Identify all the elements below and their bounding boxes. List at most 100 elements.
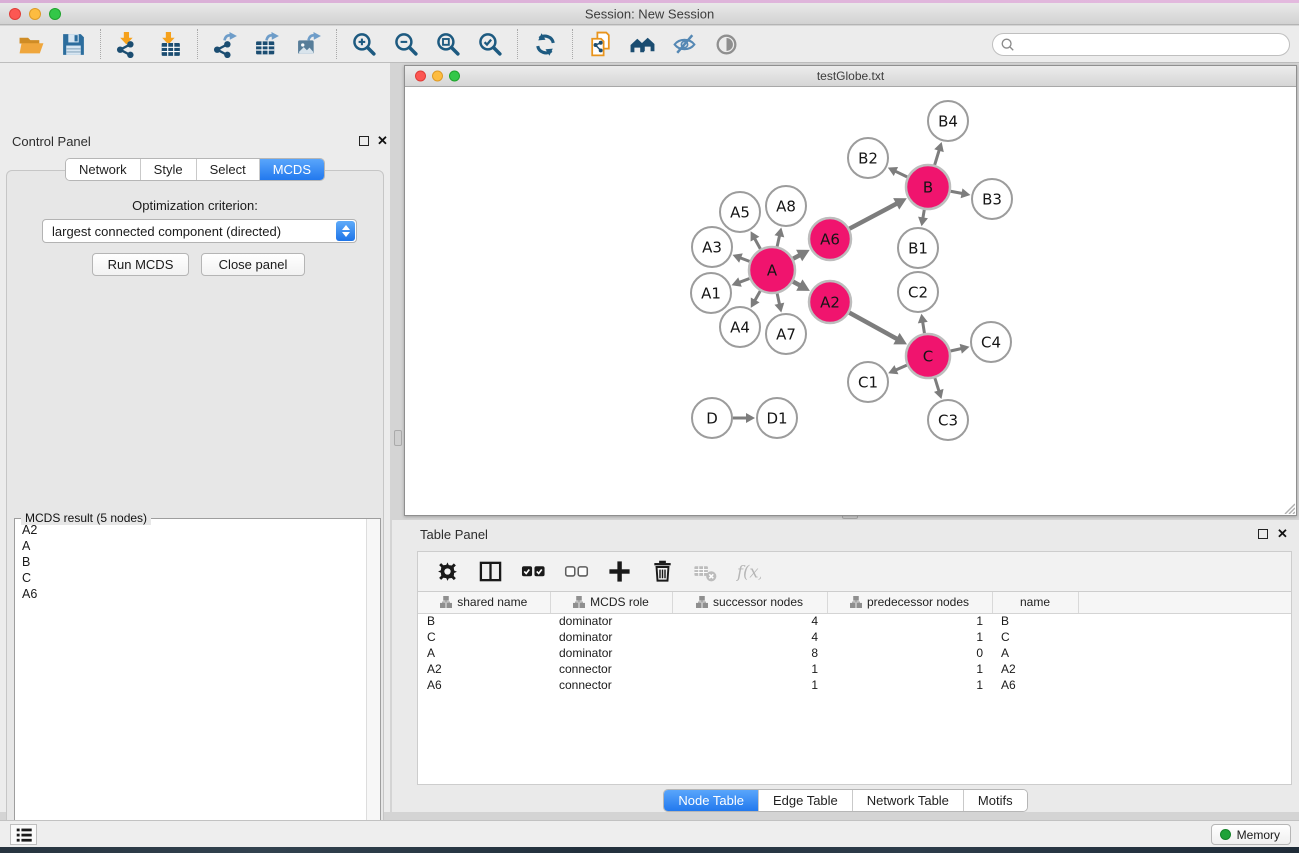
cell-successor-nodes[interactable]: 1: [672, 661, 827, 677]
node-C1[interactable]: C1: [848, 362, 888, 402]
zoom-fit-button[interactable]: [427, 29, 469, 60]
cell-MCDS-role[interactable]: connector: [550, 661, 672, 677]
node-A4[interactable]: A4: [720, 307, 760, 347]
column-header-shared-name[interactable]: shared name: [418, 592, 550, 613]
control-panel-float-icon[interactable]: [359, 136, 369, 146]
zoom-selected-button[interactable]: [469, 29, 511, 60]
column-header-successor-nodes[interactable]: successor nodes: [672, 592, 827, 613]
node-C4[interactable]: C4: [971, 322, 1011, 362]
edge-A-A8[interactable]: [774, 227, 784, 246]
delete-table-button[interactable]: [688, 557, 722, 587]
mcds-result-item[interactable]: B: [16, 554, 365, 570]
main-titlebar[interactable]: Session: New Session: [0, 3, 1299, 25]
column-header-MCDS-role[interactable]: MCDS role: [550, 592, 672, 613]
cell-name[interactable]: A: [992, 645, 1078, 661]
hide-selected-button[interactable]: [663, 29, 705, 60]
control-tab-mcds[interactable]: MCDS: [259, 159, 324, 180]
column-header-name[interactable]: name: [992, 592, 1078, 613]
node-A[interactable]: A: [749, 247, 795, 293]
open-session-button[interactable]: [10, 29, 52, 60]
cell-MCDS-role[interactable]: dominator: [550, 645, 672, 661]
split-table-button[interactable]: [473, 557, 507, 587]
edge-A6-B[interactable]: [849, 198, 906, 229]
memory-button[interactable]: Memory: [1211, 824, 1291, 845]
edge-C-C2[interactable]: [918, 314, 928, 334]
run-mcds-button[interactable]: Run MCDS: [92, 253, 189, 276]
close-panel-button[interactable]: Close panel: [201, 253, 305, 276]
save-session-button[interactable]: [52, 29, 94, 60]
mcds-result-item[interactable]: A2: [16, 522, 365, 538]
cell-MCDS-role[interactable]: dominator: [550, 629, 672, 645]
edge-C-C1[interactable]: [888, 365, 907, 374]
cell-predecessor-nodes[interactable]: 0: [827, 645, 992, 661]
edge-A-A2[interactable]: [793, 279, 810, 290]
edge-A-A1[interactable]: [732, 277, 750, 286]
cell-name[interactable]: A6: [992, 677, 1078, 693]
node-B1[interactable]: B1: [898, 228, 938, 268]
result-scrollbar[interactable]: [366, 519, 380, 853]
cell-successor-nodes[interactable]: 8: [672, 645, 827, 661]
search-input[interactable]: [1015, 34, 1289, 55]
cell-shared-name[interactable]: A: [418, 645, 550, 661]
edge-C-C3[interactable]: [934, 378, 944, 399]
node-C[interactable]: C: [906, 334, 950, 378]
control-tab-select[interactable]: Select: [196, 159, 259, 180]
mcds-result-item[interactable]: A: [16, 538, 365, 554]
edge-B-B4[interactable]: [934, 142, 944, 165]
table-row[interactable]: A2connector11A2: [418, 661, 1291, 677]
node-D[interactable]: D: [692, 398, 732, 438]
cell-name[interactable]: B: [992, 613, 1078, 629]
table-tab-node-table[interactable]: Node Table: [664, 790, 758, 811]
table-row[interactable]: Adominator80A: [418, 645, 1291, 661]
show-graphics-details-button[interactable]: [705, 29, 747, 60]
zoom-in-button[interactable]: [343, 29, 385, 60]
cell-predecessor-nodes[interactable]: 1: [827, 661, 992, 677]
add-column-button[interactable]: [602, 557, 636, 587]
cell-name[interactable]: C: [992, 629, 1078, 645]
node-A7[interactable]: A7: [766, 314, 806, 354]
cell-successor-nodes[interactable]: 4: [672, 629, 827, 645]
table-tab-motifs[interactable]: Motifs: [963, 790, 1027, 811]
table-panel-float-icon[interactable]: [1258, 529, 1268, 539]
column-header-predecessor-nodes[interactable]: predecessor nodes: [827, 592, 992, 613]
refresh-view-button[interactable]: [524, 29, 566, 60]
edge-A2-C[interactable]: [849, 313, 907, 345]
table-tab-network-table[interactable]: Network Table: [852, 790, 963, 811]
node-A1[interactable]: A1: [691, 273, 731, 313]
node-A5[interactable]: A5: [720, 192, 760, 232]
node-D1[interactable]: D1: [757, 398, 797, 438]
export-network-button[interactable]: [204, 29, 246, 60]
cell-shared-name[interactable]: A2: [418, 661, 550, 677]
export-image-button[interactable]: [288, 29, 330, 60]
node-A6[interactable]: A6: [809, 218, 851, 260]
control-panel-close-icon[interactable]: ✕: [377, 136, 388, 146]
cell-shared-name[interactable]: C: [418, 629, 550, 645]
node-B[interactable]: B: [906, 165, 950, 209]
criterion-dropdown[interactable]: largest connected component (directed): [42, 219, 357, 243]
cell-MCDS-role[interactable]: dominator: [550, 613, 672, 629]
node-C3[interactable]: C3: [928, 400, 968, 440]
zoom-out-button[interactable]: [385, 29, 427, 60]
table-row[interactable]: Bdominator41B: [418, 613, 1291, 629]
control-tab-network[interactable]: Network: [66, 159, 140, 180]
node-C2[interactable]: C2: [898, 272, 938, 312]
cell-successor-nodes[interactable]: 4: [672, 613, 827, 629]
edge-A-A5[interactable]: [751, 231, 761, 249]
show-panels-button[interactable]: [10, 824, 37, 845]
cell-name[interactable]: A2: [992, 661, 1078, 677]
cell-successor-nodes[interactable]: 1: [672, 677, 827, 693]
cell-predecessor-nodes[interactable]: 1: [827, 629, 992, 645]
node-B4[interactable]: B4: [928, 101, 968, 141]
edge-C-C4[interactable]: [950, 344, 969, 354]
edge-A-A4[interactable]: [751, 291, 760, 308]
cell-shared-name[interactable]: A6: [418, 677, 550, 693]
cell-predecessor-nodes[interactable]: 1: [827, 613, 992, 629]
edge-D-D1[interactable]: [733, 413, 755, 423]
search-field[interactable]: [992, 33, 1290, 56]
export-table-button[interactable]: [246, 29, 288, 60]
cell-predecessor-nodes[interactable]: 1: [827, 677, 992, 693]
edge-B-B3[interactable]: [951, 188, 971, 198]
table-tab-edge-table[interactable]: Edge Table: [758, 790, 852, 811]
cell-MCDS-role[interactable]: connector: [550, 677, 672, 693]
node-B3[interactable]: B3: [972, 179, 1012, 219]
